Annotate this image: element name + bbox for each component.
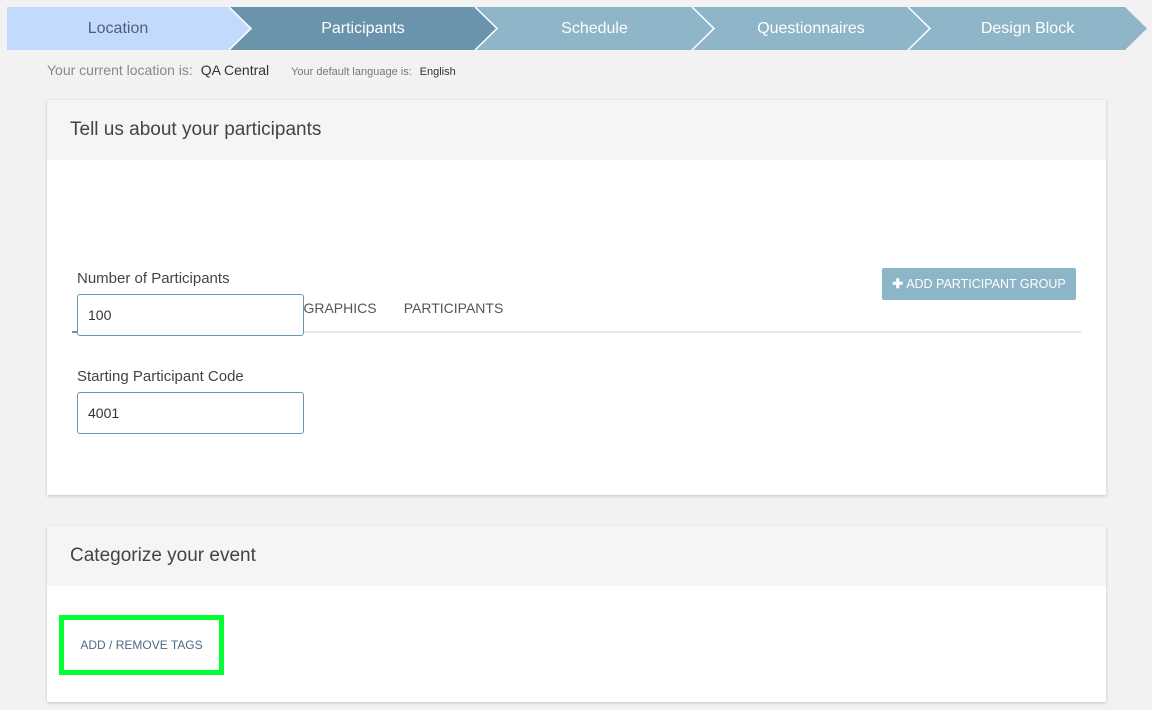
add-participant-group-button[interactable]: ✚ ADD PARTICIPANT GROUP	[882, 268, 1076, 300]
tab-participants[interactable]: PARTICIPANTS	[397, 284, 510, 333]
step-participants[interactable]: Participants	[251, 7, 475, 50]
language-label: Your default language is:	[291, 66, 412, 78]
language-value: English	[419, 66, 456, 78]
participants-card: Tell us about your participants PARTICIP…	[47, 100, 1106, 495]
location-label: Your current location is:	[47, 62, 193, 78]
location-value: QA Central	[200, 62, 270, 78]
participants-card-title: Tell us about your participants	[47, 100, 1106, 160]
number-of-participants-label: Number of Participants	[77, 270, 230, 287]
step-design-block[interactable]: Design Block	[930, 7, 1125, 50]
step-location[interactable]: Location	[7, 7, 229, 50]
starting-participant-code-label: Starting Participant Code	[77, 368, 244, 385]
add-participant-group-label: ADD PARTICIPANT GROUP	[906, 277, 1066, 291]
location-info: Your current location is: QA Central You…	[47, 62, 456, 78]
step-questionnaires[interactable]: Questionnaires	[714, 7, 908, 50]
categorize-event-title: Categorize your event	[47, 526, 1106, 586]
step-schedule[interactable]: Schedule	[497, 7, 692, 50]
add-remove-tags-button[interactable]: ADD / REMOVE TAGS	[64, 620, 219, 670]
plus-icon: ✚	[892, 276, 904, 291]
wizard-steps: Location Participants Schedule Questionn…	[7, 7, 1147, 50]
categorize-event-card: Categorize your event ADD / REMOVE TAGS	[47, 526, 1106, 702]
starting-participant-code-input[interactable]	[77, 392, 304, 434]
number-of-participants-input[interactable]	[77, 294, 304, 336]
